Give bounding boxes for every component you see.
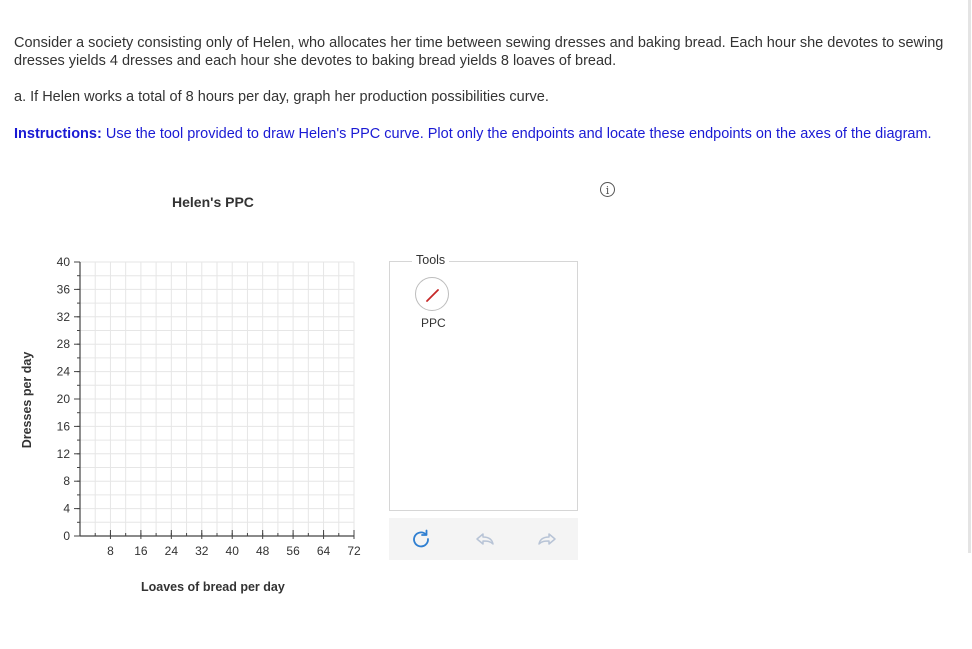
y-tick-label: 0: [63, 529, 70, 543]
x-tick-label: 64: [317, 544, 331, 558]
redo-icon[interactable]: [535, 527, 559, 551]
x-tick-label: 32: [195, 544, 209, 558]
y-tick-label: 20: [57, 392, 71, 406]
x-tick-label: 56: [286, 544, 300, 558]
graph-toolbar: [389, 518, 578, 560]
reset-icon[interactable]: [409, 527, 433, 551]
x-tick-label: 16: [134, 544, 148, 558]
undo-icon[interactable]: [473, 527, 497, 551]
y-tick-label: 4: [63, 502, 70, 516]
y-tick-label: 16: [57, 419, 71, 433]
x-tick-label: 40: [226, 544, 240, 558]
scroll-divider: [968, 0, 971, 553]
x-tick-label: 24: [165, 544, 179, 558]
y-tick-label: 8: [63, 474, 70, 488]
y-tick-label: 36: [57, 282, 71, 296]
x-tick-label: 72: [347, 544, 361, 558]
y-tick-label: 40: [57, 255, 71, 269]
y-tick-label: 24: [57, 365, 71, 379]
tools-label: Tools: [412, 253, 450, 267]
y-tick-label: 32: [57, 310, 71, 324]
x-tick-label: 8: [107, 544, 114, 558]
y-tick-label: 12: [57, 447, 71, 461]
ppc-tool-button[interactable]: [415, 277, 449, 311]
x-tick-label: 48: [256, 544, 270, 558]
ppc-tool-label: PPC: [421, 316, 446, 330]
y-tick-label: 28: [57, 337, 71, 351]
line-draw-icon: [426, 289, 439, 302]
